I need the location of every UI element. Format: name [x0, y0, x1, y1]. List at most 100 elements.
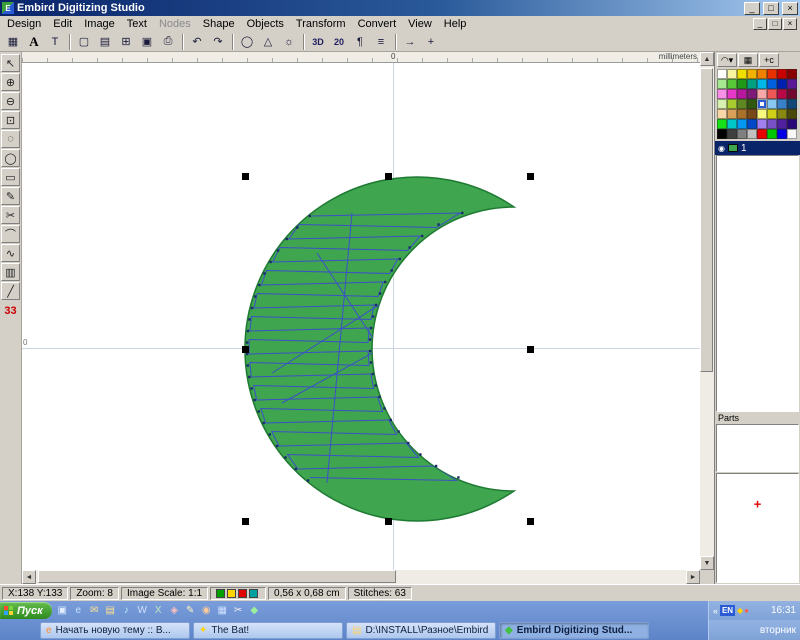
scroll-up-button[interactable]: ▲: [700, 52, 714, 66]
palette-color-8[interactable]: [717, 79, 727, 89]
merge-design-button[interactable]: ⊞: [116, 33, 136, 51]
tray-collapse-button[interactable]: «: [713, 606, 718, 616]
start-button[interactable]: Пуск: [0, 602, 52, 619]
save-design-button[interactable]: ▣: [137, 33, 157, 51]
column-tool[interactable]: ▥: [1, 263, 20, 281]
palette-color-23[interactable]: [787, 89, 797, 99]
palette-color-15[interactable]: [787, 79, 797, 89]
palette-color-17[interactable]: [727, 89, 737, 99]
word-icon[interactable]: W: [135, 603, 150, 618]
palette-color-32[interactable]: [717, 109, 727, 119]
media-player-icon[interactable]: ♪: [119, 603, 134, 618]
mdi-minimize-button[interactable]: _: [753, 18, 767, 30]
taskbar-task-explorer-embird[interactable]: ▤D:\INSTALL\Разное\Embird: [346, 622, 496, 639]
palette-color-25[interactable]: [727, 99, 737, 109]
zoom-out-tool[interactable]: ⊖: [1, 92, 20, 110]
menu-convert[interactable]: Convert: [352, 17, 403, 31]
maximize-button[interactable]: □: [763, 2, 779, 15]
calculator-icon[interactable]: ▦: [215, 603, 230, 618]
selection-handle[interactable]: [527, 518, 534, 525]
palette-color-35[interactable]: [747, 109, 757, 119]
menu-text[interactable]: Text: [121, 17, 153, 31]
undo-button[interactable]: ↶: [187, 33, 207, 51]
selection-handle[interactable]: [527, 346, 534, 353]
palette-color-11[interactable]: [747, 79, 757, 89]
density-20-button[interactable]: 20: [329, 33, 349, 51]
small-text-button[interactable]: T: [45, 33, 65, 51]
menu-shape[interactable]: Shape: [197, 17, 241, 31]
vertical-scroll-track[interactable]: [700, 66, 714, 556]
visibility-icon[interactable]: ◉: [718, 144, 725, 153]
mdi-close-button[interactable]: ×: [783, 18, 797, 30]
ellipse-tool[interactable]: ◯: [1, 149, 20, 167]
tray-app-1-icon[interactable]: ◆: [737, 606, 743, 615]
palette-color-36[interactable]: [757, 109, 767, 119]
horizontal-scroll-track[interactable]: [36, 570, 686, 584]
palette-color-45[interactable]: [767, 119, 777, 129]
palette-color-18[interactable]: [737, 89, 747, 99]
palette-color-22[interactable]: [777, 89, 787, 99]
minimize-button[interactable]: _: [744, 2, 760, 15]
horizontal-scrollbar[interactable]: ◄ ►: [22, 570, 700, 584]
palette-color-20[interactable]: [757, 89, 767, 99]
horizontal-scroll-thumb[interactable]: [38, 570, 396, 583]
palette-color-33[interactable]: [727, 109, 737, 119]
circle-shape-button[interactable]: ◯: [237, 33, 257, 51]
palette-color-16[interactable]: [717, 89, 727, 99]
palette-color-40[interactable]: [717, 119, 727, 129]
palette-color-26[interactable]: [737, 99, 747, 109]
notepad-icon[interactable]: ✎: [183, 603, 198, 618]
palette-color-4[interactable]: [757, 69, 767, 79]
vertical-scrollbar[interactable]: ▲ ▼: [700, 52, 714, 584]
palette-color-48[interactable]: [717, 129, 727, 139]
add-color-button[interactable]: +c: [759, 53, 779, 67]
messenger-icon[interactable]: ◆: [247, 603, 262, 618]
selection-handle[interactable]: [385, 518, 392, 525]
palette-color-44[interactable]: [757, 119, 767, 129]
palette-color-51[interactable]: [747, 129, 757, 139]
palette-color-50[interactable]: [737, 129, 747, 139]
parameters-button[interactable]: ¶: [350, 33, 370, 51]
letters-button[interactable]: A: [24, 33, 44, 51]
palette-color-1[interactable]: [727, 69, 737, 79]
design-manager-button[interactable]: ▦: [3, 33, 23, 51]
palette-color-10[interactable]: [737, 79, 747, 89]
palette-color-5[interactable]: [767, 69, 777, 79]
palette-color-7[interactable]: [787, 69, 797, 79]
palette-color-9[interactable]: [727, 79, 737, 89]
tray-app-2-icon[interactable]: ●: [744, 606, 749, 615]
selection-handle[interactable]: [242, 346, 249, 353]
palette-color-55[interactable]: [787, 129, 797, 139]
curve-tool[interactable]: ∿: [1, 244, 20, 262]
taskbar-task-browser-topic[interactable]: eНачать новую тему :: В...: [40, 622, 190, 639]
palette-color-12[interactable]: [757, 79, 767, 89]
selection-handle[interactable]: [527, 173, 534, 180]
open-design-button[interactable]: ▤: [95, 33, 115, 51]
palette-color-54[interactable]: [777, 129, 787, 139]
file-manager-icon[interactable]: ▤: [103, 603, 118, 618]
rectangle-tool[interactable]: ▭: [1, 168, 20, 186]
pen-tool[interactable]: ✎: [1, 187, 20, 205]
palette-color-43[interactable]: [747, 119, 757, 129]
palette-color-34[interactable]: [737, 109, 747, 119]
scroll-right-button[interactable]: ►: [686, 570, 700, 584]
taskbar-task-the-bat[interactable]: ✦The Bat!: [193, 622, 343, 639]
zoom-window-tool[interactable]: ⊡: [1, 111, 20, 129]
palette-color-14[interactable]: [777, 79, 787, 89]
triangle-shape-button[interactable]: △: [258, 33, 278, 51]
selection-handle[interactable]: [385, 173, 392, 180]
object-list[interactable]: [716, 155, 799, 412]
new-design-button[interactable]: ▢: [74, 33, 94, 51]
palette-color-37[interactable]: [767, 109, 777, 119]
palette-color-31[interactable]: [787, 99, 797, 109]
language-indicator[interactable]: EN: [720, 605, 735, 616]
line-tool[interactable]: ╱: [1, 282, 20, 300]
zoom-in-tool[interactable]: ⊕: [1, 73, 20, 91]
palette-color-19[interactable]: [747, 89, 757, 99]
palette-color-24[interactable]: [717, 99, 727, 109]
palette-color-27[interactable]: [747, 99, 757, 109]
palette-color-47[interactable]: [787, 119, 797, 129]
generate-stitches-button[interactable]: →: [400, 33, 420, 51]
palette-options-button[interactable]: ▦: [738, 53, 758, 67]
menu-image[interactable]: Image: [78, 17, 121, 31]
